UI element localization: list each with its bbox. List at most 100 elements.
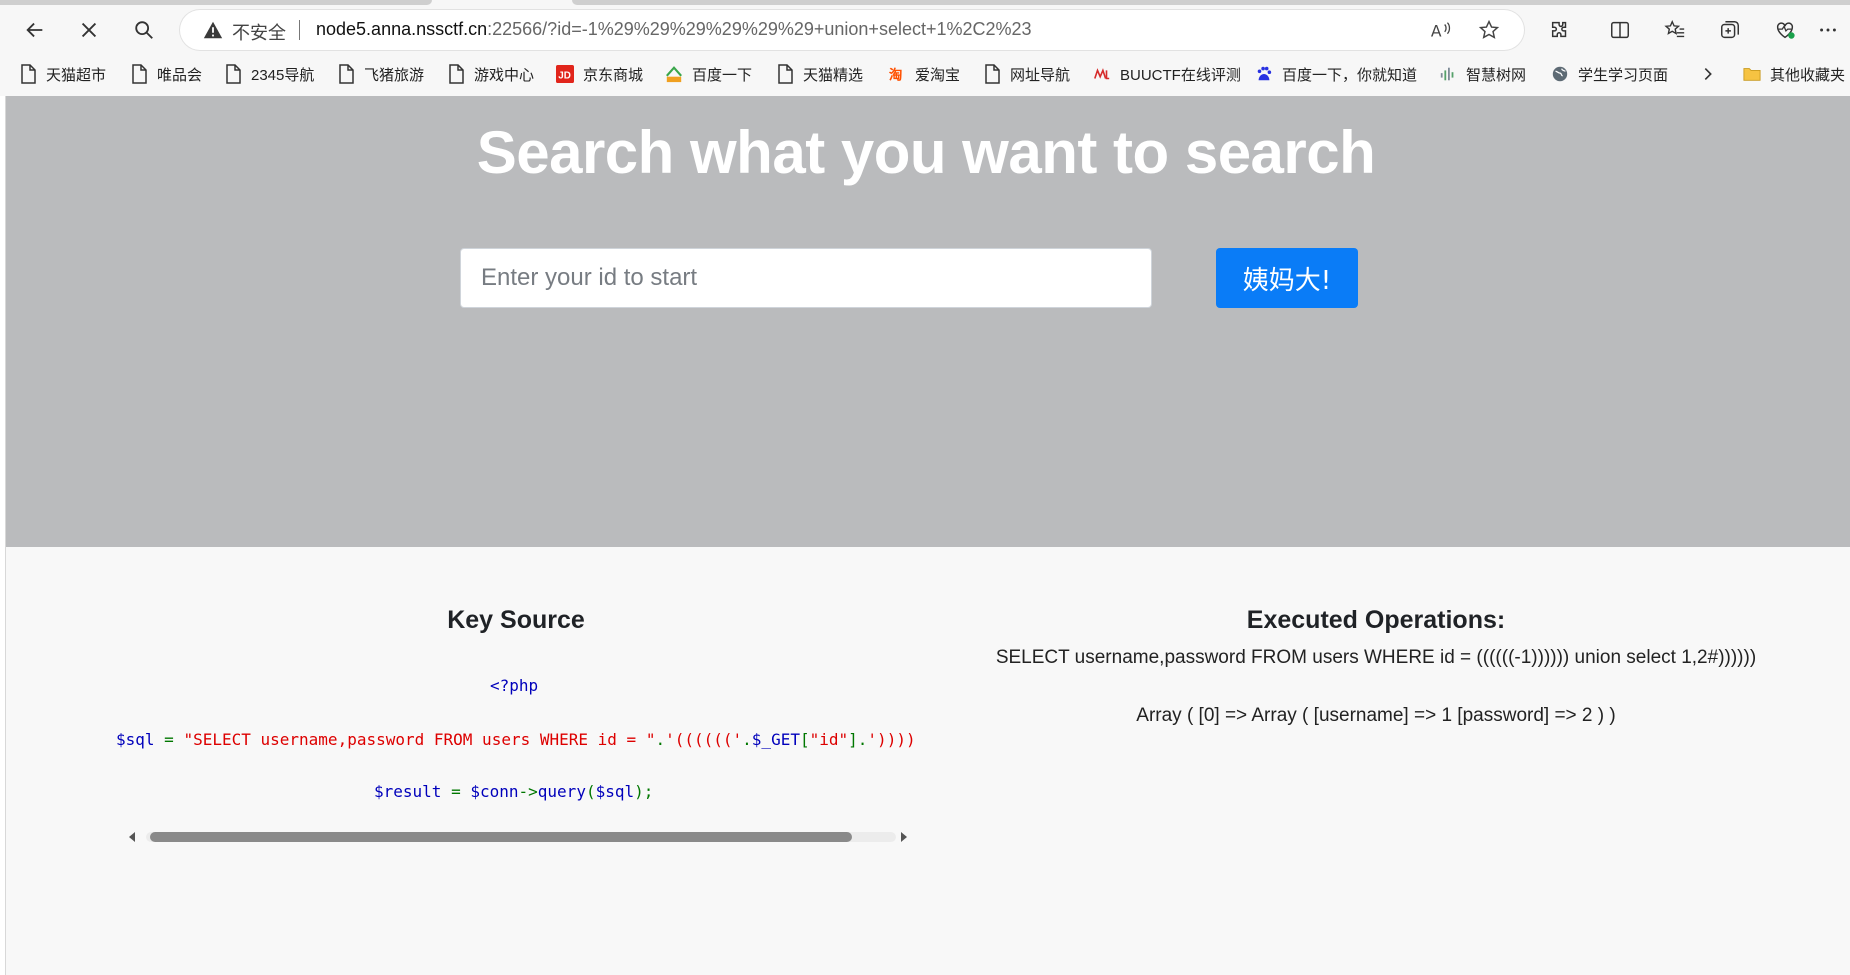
code-token: -> xyxy=(518,782,538,801)
bookmark-item[interactable]: 游戏中心 xyxy=(446,60,534,88)
page-content: Search what you want to search 姨妈大! Key … xyxy=(5,96,1850,975)
code-token: $_GET xyxy=(751,730,800,749)
scroll-right-arrow-icon[interactable] xyxy=(898,831,910,843)
bookmark-label: 天猫精选 xyxy=(803,66,864,84)
bookmark-item[interactable]: BUUCTF在线评测 xyxy=(1092,60,1241,88)
code-token: $result xyxy=(374,782,442,801)
page-icon xyxy=(982,64,1002,84)
folder-icon xyxy=(1742,64,1762,84)
bookmark-label: 爱淘宝 xyxy=(915,66,961,84)
bookmark-label: 智慧树网 xyxy=(1466,66,1527,84)
code-line-open-tag: <?php xyxy=(490,676,539,695)
favorites-list-icon xyxy=(1664,20,1685,38)
bookmark-item[interactable]: 天猫精选 xyxy=(775,60,863,88)
search-submit-button[interactable]: 姨妈大! xyxy=(1216,248,1358,308)
bookmark-item[interactable]: 飞猪旅游 xyxy=(336,60,424,88)
scrollbar-thumb[interactable] xyxy=(150,832,852,842)
bookmark-item[interactable]: 百度一下，你就知道 xyxy=(1254,60,1417,88)
browser-toolbar: 不安全 node5.anna.nssctf.cn:22566/?id=-1%29… xyxy=(0,6,1850,54)
favorites-button[interactable] xyxy=(1655,10,1695,50)
bookmark-label: 京东商城 xyxy=(583,66,644,84)
url-text[interactable]: node5.anna.nssctf.cn:22566/?id=-1%29%29%… xyxy=(316,19,1032,40)
chevron-right-icon xyxy=(1698,64,1718,84)
page-icon xyxy=(446,64,466,84)
code-token: ); xyxy=(634,782,654,801)
svg-text:A: A xyxy=(1431,22,1442,40)
browser-essentials-button[interactable] xyxy=(1765,10,1805,50)
bookmark-label: 2345导航 xyxy=(251,66,315,84)
heart-pulse-icon xyxy=(1776,22,1795,39)
bookmark-item[interactable]: 唯品会 xyxy=(129,60,202,88)
executed-operations-title: Executed Operations: xyxy=(1246,606,1506,634)
browser-chrome: 不安全 node5.anna.nssctf.cn:22566/?id=-1%29… xyxy=(0,0,1850,96)
bookmark-label: 唯品会 xyxy=(157,66,203,84)
tab-strip-right xyxy=(572,0,1850,5)
split-screen-button[interactable] xyxy=(1600,10,1640,50)
page-icon xyxy=(18,64,38,84)
bookmark-label: 其他收藏夹 xyxy=(1770,66,1846,84)
bookmarks-bar: 天猫超市 唯品会 2345导航 飞猪旅游 游戏中心 JD 京东商城 百度一下 天 xyxy=(0,56,1850,92)
bookmark-item[interactable]: 天猫超市 xyxy=(18,60,106,88)
bookmark-item[interactable]: JD 京东商城 xyxy=(555,60,643,88)
stop-loading-button[interactable] xyxy=(69,10,109,50)
code-token: [ xyxy=(799,730,810,749)
url-path: :22566/?id=-1%29%29%29%29%29%29+union+se… xyxy=(487,19,1032,39)
svg-text:JD: JD xyxy=(558,71,571,82)
code-line-sql: $sql = "SELECT username,password FROM us… xyxy=(116,730,916,749)
puzzle-icon xyxy=(1551,21,1567,38)
security-label[interactable]: 不安全 xyxy=(232,19,286,45)
extensions-button[interactable] xyxy=(1540,10,1580,50)
executed-query: SELECT username,password FROM users WHER… xyxy=(995,647,1757,668)
code-token: . xyxy=(857,730,868,749)
code-horizontal-scrollbar[interactable] xyxy=(126,828,916,846)
bookmark-label: 游戏中心 xyxy=(474,66,535,84)
code-token: $sql xyxy=(595,782,635,801)
code-token: '((((((' xyxy=(665,730,743,749)
page-icon xyxy=(775,64,795,84)
svg-text:淘: 淘 xyxy=(889,66,903,83)
collections-icon xyxy=(1721,21,1739,39)
code-token: = xyxy=(154,730,184,749)
page-title: Search what you want to search xyxy=(476,119,1376,186)
url-host: node5.anna.nssctf.cn xyxy=(316,19,488,39)
code-token: = xyxy=(441,782,471,801)
code-line-result: $result = $conn->query($sql); xyxy=(374,782,653,801)
code-token: . xyxy=(655,730,666,749)
read-aloud-icon[interactable]: A xyxy=(1430,19,1452,41)
collections-button[interactable] xyxy=(1710,10,1750,50)
code-token: $conn xyxy=(470,782,519,801)
bookmark-item[interactable]: 百度一下 xyxy=(664,60,752,88)
search-input[interactable] xyxy=(460,248,1152,308)
query-result: Array ( [0] => Array ( [username] => 1 [… xyxy=(1136,705,1616,726)
bookmark-item[interactable]: 网址导航 xyxy=(982,60,1070,88)
jd-logo-icon: JD xyxy=(555,64,575,84)
hero-section: Search what you want to search 姨妈大! xyxy=(6,96,1850,547)
page-icon xyxy=(336,64,356,84)
back-button[interactable] xyxy=(15,10,55,50)
bookmark-item[interactable]: 智慧树网 xyxy=(1438,60,1526,88)
code-token: "SELECT username,password FROM users WHE… xyxy=(183,730,656,749)
bookmark-label: BUUCTF在线评测 xyxy=(1120,66,1241,84)
more-button[interactable] xyxy=(1808,10,1848,50)
favorite-star-icon[interactable] xyxy=(1478,19,1500,41)
taobao-logo-icon: 淘 xyxy=(887,64,907,84)
bookmark-item[interactable]: 2345导航 xyxy=(223,60,314,88)
search-button[interactable] xyxy=(124,10,164,50)
bookmark-label: 天猫超市 xyxy=(46,66,107,84)
bookmarks-overflow-button[interactable] xyxy=(1698,60,1726,88)
other-favorites-folder[interactable]: 其他收藏夹 xyxy=(1742,60,1845,88)
code-token: ( xyxy=(585,782,596,801)
bookmark-label: 飞猪旅游 xyxy=(364,66,425,84)
bookmark-label: 百度一下 xyxy=(692,66,753,84)
code-token: . xyxy=(742,730,752,749)
bookmark-item[interactable]: 淘 爱淘宝 xyxy=(887,60,960,88)
code-token: ')))) xyxy=(867,730,916,749)
bookmark-label: 网址导航 xyxy=(1010,66,1071,84)
bookmark-item[interactable]: 学生学习页面 xyxy=(1550,60,1668,88)
zhihuishu-logo-icon xyxy=(1438,64,1458,84)
tab-strip-left xyxy=(0,0,432,5)
code-token: query xyxy=(537,782,586,801)
code-token: "id" xyxy=(809,730,849,749)
address-bar[interactable]: 不安全 node5.anna.nssctf.cn:22566/?id=-1%29… xyxy=(180,10,1524,50)
scroll-left-arrow-icon[interactable] xyxy=(126,831,138,843)
